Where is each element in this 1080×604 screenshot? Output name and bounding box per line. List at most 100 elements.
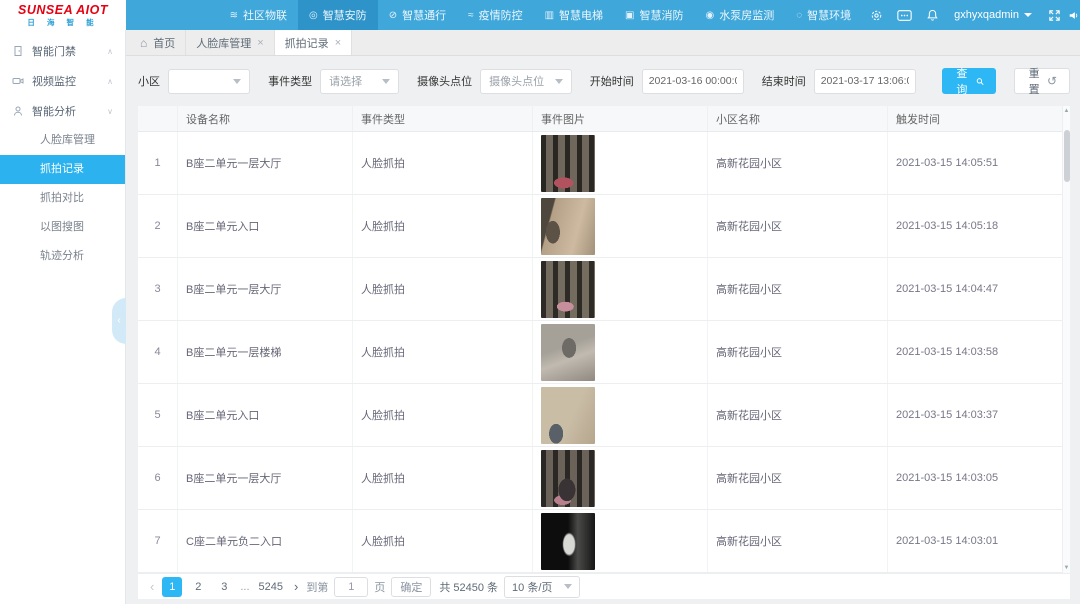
nav-item-label: 智慧电梯 (559, 7, 603, 23)
bell-icon[interactable] (918, 0, 946, 30)
search-icon (976, 76, 984, 87)
event-type-select[interactable]: 请选择 (320, 69, 399, 94)
nav-item[interactable]: ▥智慧电梯 (534, 0, 614, 30)
sidebar-item-label: 以图搜图 (40, 221, 84, 233)
scroll-down-icon[interactable]: ▼ (1063, 565, 1070, 571)
user-menu[interactable]: gxhyxqadmin (946, 9, 1040, 21)
snapshot-thumbnail[interactable] (541, 135, 595, 192)
snapshot-thumbnail[interactable] (541, 261, 595, 318)
tab-label: 人脸库管理 (196, 35, 251, 51)
event-image-cell (533, 258, 708, 320)
sidebar-item[interactable]: 抓拍记录 (0, 155, 125, 184)
table-row[interactable]: 3B座二单元一层大厅人脸抓拍高新花园小区2021-03-15 14:04:47 (138, 258, 1070, 321)
page-size-value: 10 条/页 (512, 579, 552, 595)
nav-item[interactable]: ⊘智慧通行 (378, 0, 457, 30)
nav-item[interactable]: ◉水泵房监测 (694, 0, 785, 30)
end-time-input[interactable] (814, 69, 916, 94)
snapshot-thumbnail[interactable] (541, 198, 595, 255)
tab-bar: ⌂首页人脸库管理×抓拍记录× (126, 30, 1080, 56)
card-panel-icon[interactable] (890, 0, 918, 30)
sidebar-group-label: 视频监控 (32, 73, 76, 89)
table-row[interactable]: 4B座二单元一层楼梯人脸抓拍高新花园小区2021-03-15 14:03:58 (138, 321, 1070, 384)
community-cell: 高新花园小区 (708, 132, 888, 194)
camera-label: 摄像头点位 (417, 73, 472, 89)
search-button-label: 查询 (954, 65, 970, 97)
confirm-button[interactable]: 确定 (391, 577, 431, 597)
tab[interactable]: 人脸库管理 × (186, 30, 274, 55)
community-cell: 高新花园小区 (708, 510, 888, 572)
announcement-icon[interactable] (1068, 0, 1080, 30)
trigger-time-cell: 2021-03-15 14:03:58 (888, 321, 1070, 383)
settings-icon[interactable] (862, 0, 890, 30)
device-name-cell: B座二单元一层大厅 (178, 258, 353, 320)
next-page-button[interactable]: › (292, 579, 300, 594)
reset-icon: ↺ (1047, 74, 1057, 88)
tab[interactable]: 抓拍记录× (275, 30, 352, 55)
sidebar-item[interactable]: 轨迹分析 (0, 242, 125, 271)
page-ellipsis: ... (240, 581, 249, 593)
home-icon: ⌂ (140, 36, 147, 50)
snapshot-thumbnail[interactable] (541, 324, 595, 381)
page-button[interactable]: 3 (214, 577, 234, 597)
close-icon[interactable]: × (257, 37, 263, 49)
table-row[interactable]: 7C座二单元负二入口人脸抓拍高新花园小区2021-03-15 14:03:01 (138, 510, 1070, 573)
table-row[interactable]: 6B座二单元一层大厅人脸抓拍高新花园小区2021-03-15 14:03:05 (138, 447, 1070, 510)
community-link-icon: ≋ (230, 10, 238, 21)
sidebar-item[interactable]: 人脸库管理 (0, 126, 125, 155)
sidebar-group[interactable]: 视频监控∧ (0, 66, 125, 96)
goto-page-input[interactable] (334, 577, 368, 597)
workspace: 小区 事件类型 请选择 摄像头点位 摄像头点位 开始时间 (126, 56, 1080, 604)
sidebar-group-label: 智能门禁 (32, 43, 76, 59)
scrollbar-thumb[interactable] (1064, 130, 1070, 182)
sidebar-group[interactable]: 智能门禁∧ (0, 36, 125, 66)
scroll-up-icon[interactable]: ▲ (1063, 108, 1070, 114)
community-select[interactable] (168, 69, 250, 94)
page-button[interactable]: 1 (162, 577, 182, 597)
sidebar-item[interactable]: 抓拍对比 (0, 184, 125, 213)
search-button[interactable]: 查询 (942, 68, 997, 94)
device-name-cell: B座二单元一层楼梯 (178, 321, 353, 383)
brand-name: SUNSEA AIOT (18, 4, 108, 17)
camera-select-value: 摄像头点位 (489, 73, 544, 89)
sidebar-group-label: 智能分析 (32, 103, 76, 119)
page-button[interactable]: 2 (188, 577, 208, 597)
snapshot-thumbnail[interactable] (541, 450, 595, 507)
snapshot-thumbnail[interactable] (541, 513, 595, 570)
pump-icon: ◉ (705, 10, 714, 21)
row-index: 2 (138, 195, 178, 257)
brand-logo: SUNSEA AIOT 日 海 智 能 (0, 0, 126, 30)
nav-item-label: 智慧环境 (807, 7, 851, 23)
table-row[interactable]: 1B座二单元一层大厅人脸抓拍高新花园小区2021-03-15 14:05:51 (138, 132, 1070, 195)
main-content: ⌂首页人脸库管理×抓拍记录× 小区 事件类型 请选择 摄像头点位 摄像 (126, 30, 1080, 604)
reset-button[interactable]: 重置 ↺ (1014, 68, 1070, 94)
camera-select[interactable]: 摄像头点位 (480, 69, 572, 94)
nav-item[interactable]: ≈疫情防控 (457, 0, 534, 30)
page-size-select[interactable]: 10 条/页 (504, 576, 580, 598)
close-icon[interactable]: × (335, 37, 341, 49)
sidebar-group[interactable]: 智能分析∨ (0, 96, 125, 126)
sidebar-collapse-handle[interactable]: ‹ (112, 298, 126, 344)
total-count: 共 52450 条 (439, 579, 498, 595)
community-cell: 高新花园小区 (708, 447, 888, 509)
tab[interactable]: ⌂首页 (130, 30, 186, 55)
trigger-time-cell: 2021-03-15 14:05:18 (888, 195, 1070, 257)
event-type-select-value: 请选择 (329, 73, 362, 89)
page-button[interactable]: 5245 (256, 577, 286, 597)
nav-item[interactable]: ◎智慧安防 (298, 0, 378, 30)
scrollbar[interactable]: ▲ ▼ (1062, 106, 1070, 573)
security-icon: ◎ (309, 10, 318, 21)
table-row[interactable]: 2B座二单元入口人脸抓拍高新花园小区2021-03-15 14:05:18 (138, 195, 1070, 258)
row-index: 6 (138, 447, 178, 509)
nav-item[interactable]: ◌智慧环境 (785, 0, 862, 30)
sidebar-item[interactable]: 以图搜图 (0, 213, 125, 242)
event-type-cell: 人脸抓拍 (353, 132, 533, 194)
table-row[interactable]: 5B座二单元入口人脸抓拍高新花园小区2021-03-15 14:03:37 (138, 384, 1070, 447)
snapshot-thumbnail[interactable] (541, 387, 595, 444)
nav-item[interactable]: ▣智慧消防 (614, 0, 694, 30)
start-time-input[interactable] (642, 69, 744, 94)
device-name-cell: B座二单元入口 (178, 195, 353, 257)
column-header (138, 106, 178, 131)
fullscreen-icon[interactable] (1040, 0, 1068, 30)
prev-page-button[interactable]: ‹ (148, 579, 156, 594)
nav-item[interactable]: ≋社区物联 (219, 0, 298, 30)
